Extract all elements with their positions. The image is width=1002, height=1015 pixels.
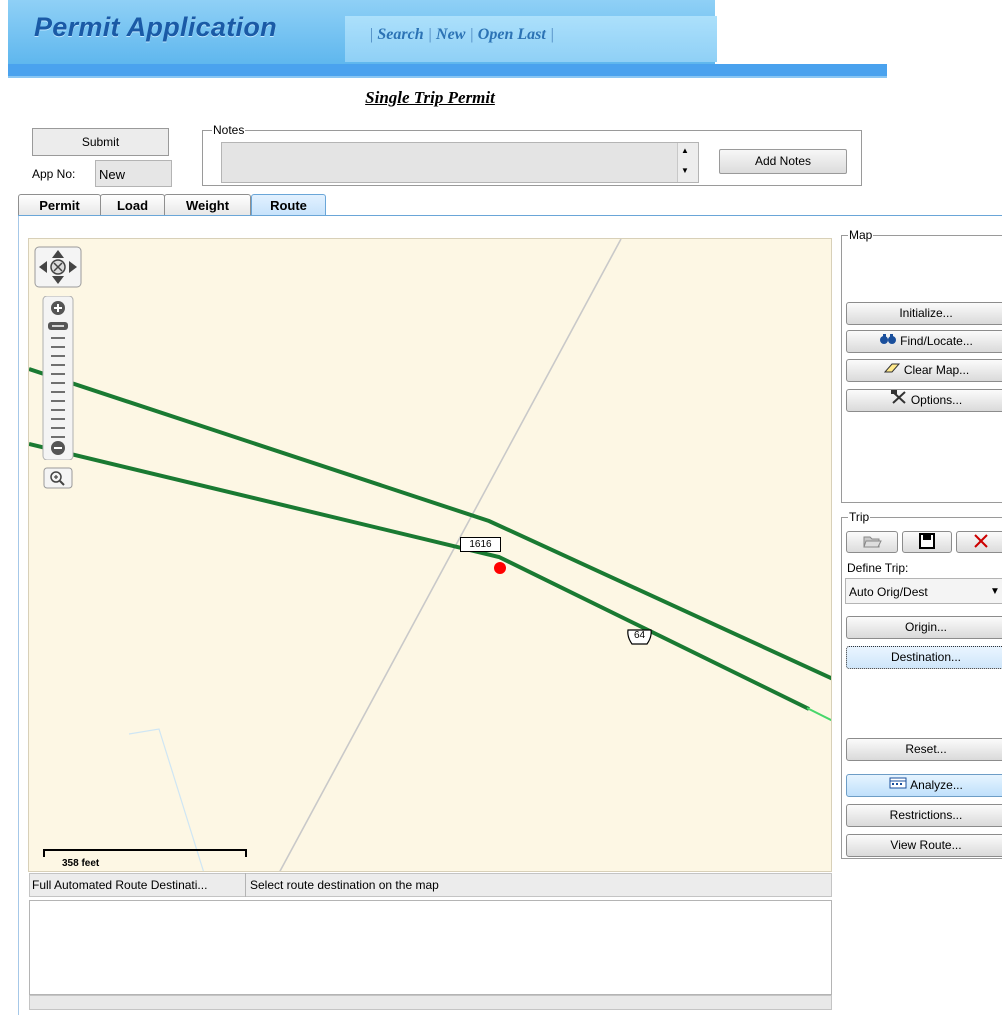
app-no-label: App No: [32,167,76,181]
route-line-end [806,707,831,722]
pan-arrows-icon[interactable] [34,246,82,288]
us-highway-shield-icon: 64 [625,628,654,646]
zoom-magnifier-icon[interactable] [43,467,73,489]
highway-shield-label: 64 [633,630,646,641]
notes-legend: Notes [212,123,246,137]
open-trip-button[interactable] [846,531,898,553]
chevron-down-icon[interactable]: ▼ [990,586,1000,597]
delete-trip-button[interactable] [956,531,1002,553]
app-no-field[interactable]: New [95,160,172,187]
trip-group-legend: Trip [848,510,871,524]
nav-open-last-link[interactable]: Open Last [478,26,546,43]
message-area [29,900,832,995]
nav-separator: | [549,26,555,43]
app-title: Permit Application [34,12,277,42]
origin-label: Origin... [904,620,947,634]
reset-button[interactable]: Reset... [846,738,1002,761]
folder-open-icon [862,536,882,553]
close-icon [971,534,991,553]
view-route-label: View Route... [890,838,962,852]
page-title: Single Trip Permit [365,88,495,107]
save-icon [917,533,937,553]
scroll-down-icon[interactable]: ▼ [681,166,689,175]
initialize-label: Initialize... [899,306,953,320]
minor-road [279,239,622,871]
define-trip-select[interactable]: Auto Orig/Dest [845,578,1002,604]
notes-textarea[interactable] [221,142,699,183]
map-canvas[interactable] [28,238,832,872]
scale-bar [42,846,248,858]
route-shield-1616: 1616 [460,537,501,552]
initialize-button[interactable]: Initialize... [846,302,1002,325]
nav-search-link[interactable]: Search [377,26,423,43]
status-message: Select route destination on the map [250,878,439,892]
eraser-icon [883,360,901,381]
status-mode: Full Automated Route Destinati... [29,873,246,897]
find-locate-button[interactable]: Find/Locate... [846,330,1002,353]
define-trip-label: Define Trip: [847,561,909,575]
options-button[interactable]: Options... [846,389,1002,412]
zoom-slider[interactable] [42,295,74,461]
clear-map-button[interactable]: Clear Map... [846,359,1002,382]
view-route-button[interactable]: View Route... [846,834,1002,857]
nav-new-link[interactable]: New [436,26,465,43]
scroll-up-icon[interactable]: ▲ [681,146,689,155]
nav-separator: | [369,26,374,43]
tab-load[interactable]: Load [100,194,165,216]
restrictions-label: Restrictions... [889,808,963,822]
options-label: Options... [910,393,963,407]
tools-icon [890,390,908,411]
tab-weight[interactable]: Weight [164,194,251,216]
scale-label: 358 feet [62,858,100,869]
header-nav: | Search | New | Open Last | [345,16,717,62]
map-group-legend: Map [848,228,874,242]
route-line-north [29,367,831,681]
reset-label: Reset... [905,742,947,756]
bottom-scrollbar[interactable] [29,995,832,1010]
save-trip-button[interactable] [902,531,952,553]
destination-button[interactable]: Destination... [846,646,1002,669]
pan-control[interactable] [34,246,82,288]
origin-button[interactable]: Origin... [846,616,1002,639]
restrictions-button[interactable]: Restrictions... [846,804,1002,827]
clear-map-label: Clear Map... [903,363,970,377]
add-notes-button[interactable]: Add Notes [719,149,847,174]
tab-permit[interactable]: Permit [18,194,101,216]
route-line-south [29,442,810,711]
analyze-button[interactable]: Analyze... [846,774,1002,797]
find-locate-label: Find/Locate... [900,334,973,348]
nav-separator: | [427,26,433,43]
nav-separator: | [469,26,474,43]
analyze-label: Analyze... [910,778,963,792]
binoculars-icon [879,331,897,352]
destination-marker[interactable] [494,562,506,574]
header-divider [8,64,887,76]
submit-button[interactable]: Submit [32,128,169,156]
map-roads [29,239,831,871]
header-divider-light [8,76,887,78]
tab-route[interactable]: Route [251,194,326,216]
destination-label: Destination... [890,650,962,664]
calendar-icon [889,775,907,796]
